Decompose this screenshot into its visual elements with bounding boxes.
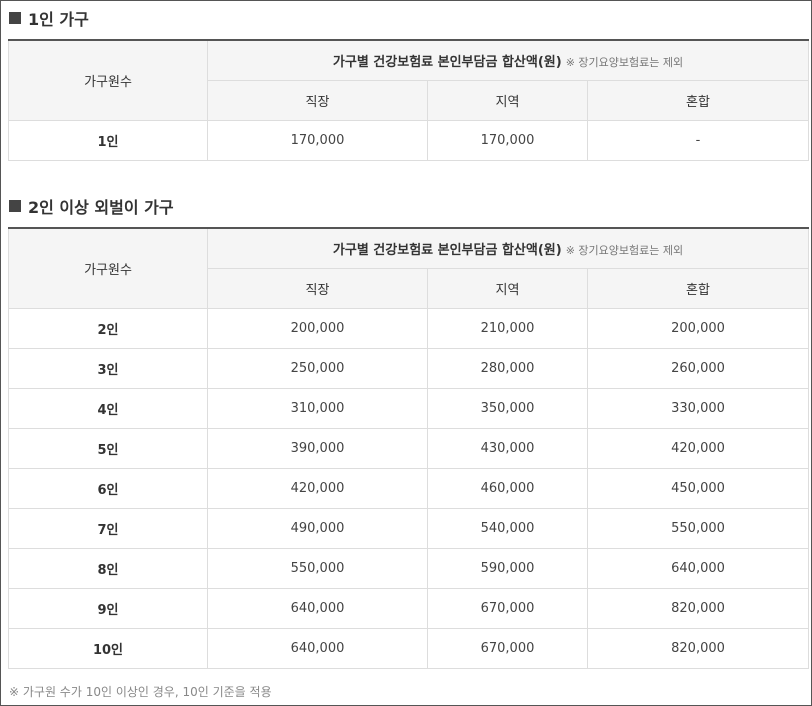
row-label: 1인 xyxy=(8,119,208,161)
cell-workplace: 550,000 xyxy=(207,547,428,589)
long-term-care-note: ※ 장기요양보험료는 제외 xyxy=(565,243,684,257)
row-label: 3인 xyxy=(8,347,208,389)
cell-workplace: 200,000 xyxy=(207,307,428,349)
cell-mixed: 820,000 xyxy=(586,627,810,669)
cell-mixed: 550,000 xyxy=(586,507,810,549)
cell-mixed: 420,000 xyxy=(586,427,810,469)
cell-workplace: 310,000 xyxy=(207,387,428,429)
cell-regional: 170,000 xyxy=(427,119,588,161)
row-label: 6인 xyxy=(8,467,208,509)
table-row: 3인 250,000 280,000 260,000 xyxy=(8,347,810,389)
cell-workplace: 250,000 xyxy=(207,347,428,389)
cell-regional: 210,000 xyxy=(427,307,588,349)
table-row: 5인 390,000 430,000 420,000 xyxy=(8,427,810,469)
cell-workplace: 390,000 xyxy=(207,427,428,469)
cell-regional: 430,000 xyxy=(427,427,588,469)
table-row: 10인 640,000 670,000 820,000 xyxy=(8,627,810,669)
section-2-title-text: 2인 이상 외벌이 가구 xyxy=(28,198,174,217)
section-1-title: 1인 가구 xyxy=(9,6,89,30)
footnote: ※ 가구원 수가 10인 이상인 경우, 10인 기준을 적용 xyxy=(9,685,272,699)
cell-workplace: 420,000 xyxy=(207,467,428,509)
table-row: 9인 640,000 670,000 820,000 xyxy=(8,587,810,629)
row-label: 4인 xyxy=(8,387,208,429)
single-household-table: 가구원수 가구별 건강보험료 본인부담금 합산액(원) ※ 장기요양보험료는 제외… xyxy=(8,39,810,161)
premium-total-header: 가구별 건강보험료 본인부담금 합산액(원) ※ 장기요양보험료는 제외 xyxy=(206,227,810,269)
table-row: 1인 170,000 170,000 - xyxy=(8,119,810,161)
column-header-regional: 지역 xyxy=(427,267,588,309)
square-bullet-icon xyxy=(9,200,21,212)
row-label: 9인 xyxy=(8,587,208,629)
column-header-mixed: 혼합 xyxy=(586,79,810,121)
cell-mixed: 200,000 xyxy=(586,307,810,349)
premium-total-header-text: 가구별 건강보험료 본인부담금 합산액(원) xyxy=(332,242,562,258)
section-2-title: 2인 이상 외벌이 가구 xyxy=(9,194,174,218)
cell-mixed: 820,000 xyxy=(586,587,810,629)
premium-total-header: 가구별 건강보험료 본인부담금 합산액(원) ※ 장기요양보험료는 제외 xyxy=(206,39,810,81)
column-header-workplace: 직장 xyxy=(207,79,428,121)
row-label: 7인 xyxy=(8,507,208,549)
cell-workplace: 640,000 xyxy=(207,627,428,669)
cell-regional: 670,000 xyxy=(427,627,588,669)
row-label: 5인 xyxy=(8,427,208,469)
row-label: 2인 xyxy=(8,307,208,349)
cell-workplace: 640,000 xyxy=(207,587,428,629)
long-term-care-note: ※ 장기요양보험료는 제외 xyxy=(565,55,684,69)
cell-workplace: 490,000 xyxy=(207,507,428,549)
cell-regional: 350,000 xyxy=(427,387,588,429)
cell-mixed: 330,000 xyxy=(586,387,810,429)
household-size-header: 가구원수 xyxy=(8,227,208,309)
column-header-workplace: 직장 xyxy=(207,267,428,309)
section-1-title-text: 1인 가구 xyxy=(28,10,89,29)
premium-total-header-text: 가구별 건강보험료 본인부담금 합산액(원) xyxy=(332,54,562,70)
cell-workplace: 170,000 xyxy=(207,119,428,161)
cell-mixed: 260,000 xyxy=(586,347,810,389)
table-row: 8인 550,000 590,000 640,000 xyxy=(8,547,810,589)
multi-household-table: 가구원수 가구별 건강보험료 본인부담금 합산액(원) ※ 장기요양보험료는 제외… xyxy=(8,227,810,669)
cell-mixed: - xyxy=(586,119,810,161)
table-row: 2인 200,000 210,000 200,000 xyxy=(8,307,810,349)
cell-regional: 540,000 xyxy=(427,507,588,549)
column-header-regional: 지역 xyxy=(427,79,588,121)
row-label: 8인 xyxy=(8,547,208,589)
square-bullet-icon xyxy=(9,12,21,24)
table-row: 7인 490,000 540,000 550,000 xyxy=(8,507,810,549)
table-row: 4인 310,000 350,000 330,000 xyxy=(8,387,810,429)
household-size-header: 가구원수 xyxy=(8,39,208,121)
cell-regional: 590,000 xyxy=(427,547,588,589)
cell-mixed: 450,000 xyxy=(586,467,810,509)
cell-regional: 670,000 xyxy=(427,587,588,629)
cell-mixed: 640,000 xyxy=(586,547,810,589)
cell-regional: 460,000 xyxy=(427,467,588,509)
cell-regional: 280,000 xyxy=(427,347,588,389)
table-row: 6인 420,000 460,000 450,000 xyxy=(8,467,810,509)
column-header-mixed: 혼합 xyxy=(586,267,810,309)
row-label: 10인 xyxy=(8,627,208,669)
